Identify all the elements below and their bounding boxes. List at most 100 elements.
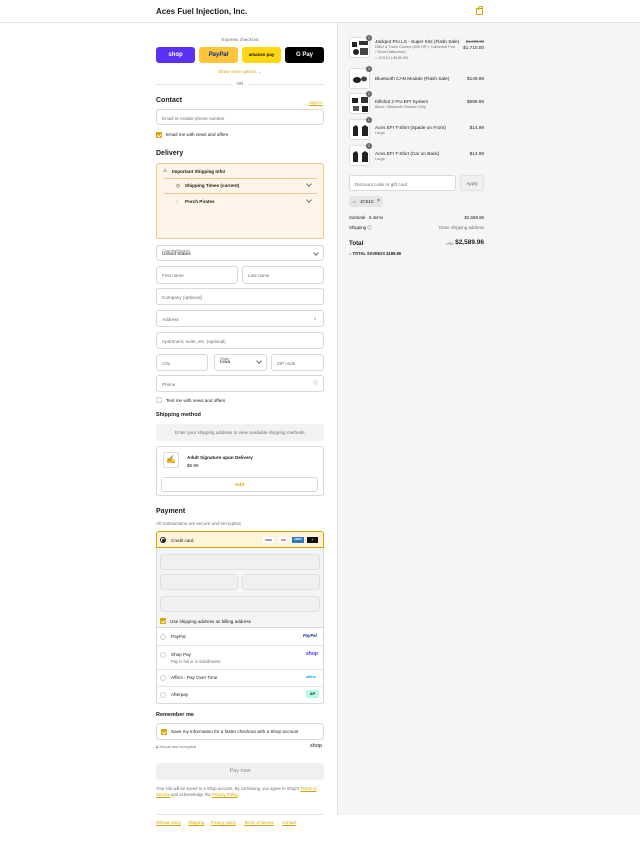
city-field[interactable]: City: [156, 354, 208, 371]
tag-icon: ⌂: [349, 251, 352, 256]
help-icon[interactable]: ⓘ: [313, 380, 318, 386]
notice-divider: [164, 178, 317, 179]
contact-link[interactable]: Contact: [282, 820, 296, 825]
apartment-field[interactable]: Apartment, suite, etc. (optional): [156, 332, 324, 349]
subtotal-value: $2,589.96: [464, 215, 484, 220]
product-price: $1,710.00: [463, 45, 484, 50]
discount-code-field[interactable]: Discount code or gift card: [349, 175, 456, 191]
shipping-hint: Enter your shipping address to view avai…: [175, 430, 306, 435]
pay-now-button[interactable]: Pay now: [156, 763, 324, 780]
chevron-down-icon: ⌄: [258, 69, 262, 74]
help-icon[interactable]: ⓘ: [367, 225, 371, 230]
card-number-field[interactable]: [160, 554, 320, 570]
brand-name[interactable]: Aces Fuel Injection, Inc.: [156, 7, 247, 16]
country-select[interactable]: Country/Region United States: [156, 245, 324, 261]
expiration-field[interactable]: [160, 574, 238, 590]
afterpay-label: Afterpay: [171, 692, 189, 697]
shop-logo: shop: [306, 651, 318, 657]
quantity-badge: 1: [366, 66, 372, 72]
clock-icon: ◷: [176, 183, 181, 188]
discount-code: JCS10: [360, 199, 374, 204]
signature-addon-title: Adult Signature upon Delivery: [187, 455, 253, 460]
product-price: $699.99: [467, 99, 484, 104]
divider: [156, 645, 324, 646]
credit-card-radio[interactable]: [160, 537, 166, 543]
close-icon[interactable]: ×: [377, 198, 380, 204]
remember-me-label: Save my information for a faster checkou…: [171, 729, 299, 734]
shipping-value: Enter shipping address: [439, 225, 484, 230]
text-news-label: Text me with news and offers: [166, 398, 226, 403]
amex-icon: AMEX: [292, 537, 304, 543]
savings-value: $189.99: [386, 251, 402, 256]
warning-icon: ⚠: [163, 168, 168, 173]
product-variant: Large: [375, 131, 385, 135]
first-name-field[interactable]: First name: [156, 266, 238, 284]
visa-icon: VISA: [263, 537, 274, 543]
zip-field[interactable]: ZIP code: [271, 354, 324, 371]
product-name: Jackpot Pro LS - Super Kits (Flash Sale): [375, 39, 460, 44]
sign-in-link[interactable]: Sign in: [309, 100, 323, 105]
product-name: Aces EFI T-Shirt (Car on Back): [375, 151, 440, 156]
email-field[interactable]: Email or mobile phone number: [156, 109, 324, 125]
legal-prefix: Your info will be saved to a Shop accoun…: [156, 786, 300, 791]
quantity-badge: 1: [366, 143, 372, 149]
divider: [156, 814, 324, 815]
quantity-badge: 1: [366, 117, 372, 123]
shipping-label: Shipping ⓘ: [349, 225, 372, 231]
privacy-link[interactable]: Privacy Policy: [212, 792, 238, 797]
last-name-field[interactable]: Last name: [242, 266, 324, 284]
secure-encrypted: 🔒︎ Secure and encrypted: [156, 745, 196, 749]
phone-field[interactable]: Phone: [156, 375, 324, 392]
affirm-radio[interactable]: [160, 675, 166, 681]
show-more-options-link[interactable]: Show more options ⌄: [156, 69, 324, 75]
add-signature-button[interactable]: Add: [161, 477, 318, 492]
security-code-field[interactable]: [242, 574, 320, 590]
shop-pay-button[interactable]: shop: [156, 47, 195, 63]
afterpay-radio[interactable]: [160, 692, 166, 698]
privacy-policy-link[interactable]: Privacy policy: [211, 820, 236, 825]
product-variant: DBW & Trans Control (500 HP) / Cathedral…: [375, 45, 456, 49]
notice-item-shipping-times[interactable]: Shipping Times (current): [185, 183, 239, 188]
product-price: $14.99: [469, 151, 484, 156]
mastercard-icon: MC: [278, 537, 289, 543]
shop-logo: shop: [310, 743, 322, 749]
company-field[interactable]: Company (optional): [156, 288, 324, 305]
country-value: United States: [162, 252, 191, 257]
subtotal-label: Subtotal · 5 items: [349, 215, 384, 220]
billing-address-checkbox[interactable]: [160, 618, 166, 624]
alert-icon: ◌: [176, 199, 179, 204]
name-on-card-field[interactable]: [160, 596, 320, 612]
paypal-radio[interactable]: [160, 634, 166, 640]
or-divider-label: OR: [232, 81, 248, 86]
signature-icon: ✍: [163, 452, 179, 468]
payment-subtitle: All transactions are secure and encrypte…: [156, 521, 242, 526]
quantity-badge: 1: [366, 35, 372, 41]
shop-pay-radio[interactable]: [160, 652, 166, 658]
shipping-policy-link[interactable]: Shipping: [188, 820, 204, 825]
text-news-checkbox[interactable]: [156, 397, 162, 403]
refund-policy-link[interactable]: Refund policy: [156, 820, 181, 825]
state-value: Iowa: [220, 360, 231, 365]
remember-me-checkbox[interactable]: [161, 729, 167, 735]
google-pay-button[interactable]: G Pay: [285, 47, 324, 63]
shipping-notice: [156, 163, 324, 239]
notice-item-porch-pirates[interactable]: Porch Pirates: [185, 199, 215, 204]
product-name: Killshot 2 Pro EFI System: [375, 99, 429, 104]
email-news-checkbox[interactable]: [156, 132, 162, 138]
affirm-logo: affirm: [306, 675, 316, 679]
header: Aces Fuel Injection, Inc.: [0, 0, 640, 23]
total-savings: ⌂ TOTAL SAVINGS $189.99: [349, 251, 401, 256]
paypal-label: PayPal: [171, 634, 186, 639]
apply-discount-button[interactable]: Apply: [460, 175, 484, 191]
order-summary: [337, 23, 640, 815]
shop-pay-label: Shop Pay: [171, 652, 191, 657]
product-variant: Black / Bluetooth Module Only: [375, 105, 426, 109]
contact-title: Contact: [156, 97, 183, 104]
terms-service-link[interactable]: Terms of service: [244, 820, 274, 825]
savings-label: TOTAL SAVINGS: [352, 251, 386, 256]
shopping-bag-icon[interactable]: [476, 6, 483, 15]
product-discount-label: JCS10 (-$189.99): [378, 56, 409, 60]
address-field[interactable]: Address: [156, 310, 324, 327]
amazon-pay-button[interactable]: amazon pay: [242, 47, 281, 63]
paypal-button[interactable]: PayPal: [199, 47, 238, 63]
